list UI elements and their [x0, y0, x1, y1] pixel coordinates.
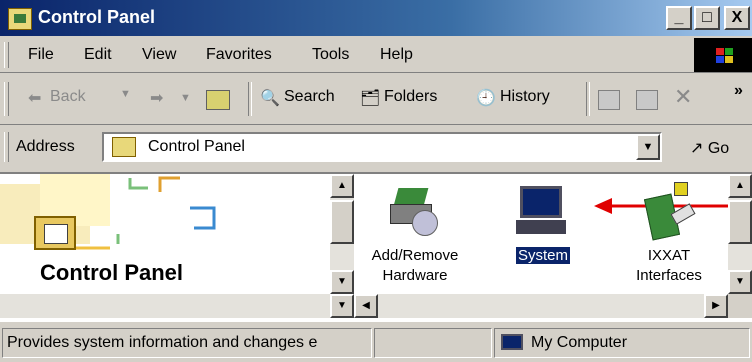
scroll-down-button[interactable]: ▼ — [330, 270, 354, 294]
search-label: Search — [284, 88, 335, 105]
search-button[interactable]: 🔍 Search — [258, 80, 348, 118]
control-panel-window: Control Panel _ □ X File Edit View Favor… — [0, 0, 752, 362]
item-label: Add/Remove Hardware — [360, 246, 470, 286]
address-input[interactable]: Control Panel ▼ — [102, 132, 662, 162]
folders-button[interactable]: 🗂 Folders — [358, 80, 458, 118]
standard-toolbar: ⬅ Back ▼ ➡ ▼ 🔍 Search 🗂 Folders 🕘 Histor… — [0, 74, 752, 125]
maximize-button[interactable]: □ — [694, 6, 720, 30]
left-pane-title: Control Panel — [40, 260, 184, 285]
my-computer-icon — [501, 334, 523, 350]
search-icon: 🔍 — [260, 90, 280, 107]
forward-dropdown-icon[interactable]: ▼ — [180, 92, 191, 104]
left-pane-horizontal-scrollbar[interactable] — [0, 294, 330, 318]
delete-icon[interactable]: ✕ — [674, 84, 692, 110]
minimize-button[interactable]: _ — [666, 6, 692, 30]
address-bar: Address Control Panel ▼ ↗ Go — [0, 126, 752, 168]
history-label: History — [500, 88, 550, 105]
menu-favorites[interactable]: Favorites — [206, 46, 272, 64]
folder-horizontal-scrollbar[interactable] — [378, 294, 704, 318]
list-item-add-remove-hardware[interactable]: Add/Remove Hardware — [360, 178, 470, 290]
back-arrow-icon: ⬅ — [28, 90, 42, 107]
toolbar-separator — [248, 82, 252, 116]
status-message: Provides system information and changes … — [7, 334, 318, 351]
status-bar: Provides system information and changes … — [0, 324, 752, 362]
folders-icon: 🗂 — [360, 90, 381, 107]
left-pane-vertical-scrollbar[interactable]: ▲ ▼ — [330, 174, 354, 294]
status-message-pane: Provides system information and changes … — [2, 328, 372, 358]
control-panel-large-icon — [34, 216, 76, 250]
move-to-icon[interactable] — [598, 90, 620, 110]
menu-help[interactable]: Help — [380, 46, 413, 64]
menu-edit[interactable]: Edit — [84, 46, 112, 64]
address-label: Address — [16, 138, 75, 155]
item-label-line: IXXAT — [647, 247, 691, 264]
scroll-corner — [728, 294, 752, 318]
scroll-down-button[interactable]: ▼ — [330, 294, 354, 318]
toolbar-chevron-icon[interactable]: » — [734, 82, 743, 100]
address-grip[interactable] — [4, 132, 9, 162]
status-empty-pane — [374, 328, 492, 358]
web-view-pane: Control Panel — [0, 174, 330, 294]
system-computer-icon — [516, 186, 566, 240]
list-item-system[interactable]: System — [488, 178, 598, 290]
scroll-thumb[interactable] — [728, 200, 752, 244]
menu-bar: File Edit View Favorites Tools Help — [0, 38, 752, 73]
item-label-line: System — [514, 246, 572, 265]
scroll-up-button[interactable]: ▲ — [728, 174, 752, 198]
ixxat-card-icon — [643, 182, 696, 241]
history-button[interactable]: 🕘 History — [474, 80, 574, 118]
menu-tools[interactable]: Tools — [312, 46, 349, 64]
item-label: IXXAT Interfaces — [614, 246, 724, 286]
status-zone: My Computer — [531, 334, 628, 351]
control-panel-icon[interactable] — [8, 8, 32, 30]
item-label-line: Add/Remove — [371, 247, 459, 264]
scroll-up-button[interactable]: ▲ — [330, 174, 354, 198]
go-label: Go — [707, 140, 730, 157]
up-folder-icon[interactable] — [206, 90, 230, 110]
menu-file[interactable]: File — [28, 46, 54, 64]
control-panel-icon — [112, 137, 136, 157]
folders-label: Folders — [384, 88, 438, 105]
scroll-thumb[interactable] — [330, 200, 354, 244]
status-zone-pane: My Computer — [494, 328, 750, 358]
history-icon: 🕘 — [476, 90, 496, 107]
title-bar[interactable]: Control Panel _ □ X — [0, 0, 752, 36]
toolbar-grip[interactable] — [4, 82, 9, 116]
menu-view[interactable]: View — [142, 46, 176, 64]
window-title: Control Panel — [38, 7, 156, 27]
folder-view: Control Panel ▲ ▼ ▼ ◀ Add/Remove Hardwar… — [0, 172, 752, 322]
folder-vertical-scrollbar[interactable]: ▲ ▼ — [728, 174, 752, 294]
item-label-line: Interfaces — [636, 267, 702, 284]
go-button[interactable]: ↗ Go — [690, 138, 729, 158]
address-value: Control Panel — [148, 138, 245, 155]
go-arrow-icon: ↗ — [690, 140, 704, 157]
scroll-down-button[interactable]: ▼ — [728, 270, 752, 294]
back-dropdown-icon[interactable]: ▼ — [120, 88, 131, 100]
menu-grip[interactable] — [4, 42, 9, 68]
copy-to-icon[interactable] — [636, 90, 658, 110]
add-remove-hardware-icon — [390, 184, 438, 236]
back-button[interactable]: ⬅ Back ▼ — [20, 80, 150, 118]
item-label: System — [488, 246, 598, 266]
forward-arrow-icon[interactable]: ➡ — [150, 88, 163, 108]
item-label-line: Hardware — [382, 267, 448, 284]
scroll-right-button[interactable]: ▶ — [704, 294, 728, 318]
windows-logo-icon — [694, 38, 752, 72]
list-item-ixxat-interfaces[interactable]: IXXAT Interfaces — [614, 178, 724, 290]
close-button[interactable]: X — [724, 6, 750, 30]
scroll-left-button[interactable]: ◀ — [354, 294, 378, 318]
back-label: Back — [50, 88, 86, 105]
address-dropdown-button[interactable]: ▼ — [636, 134, 660, 160]
toolbar-separator — [586, 82, 590, 116]
